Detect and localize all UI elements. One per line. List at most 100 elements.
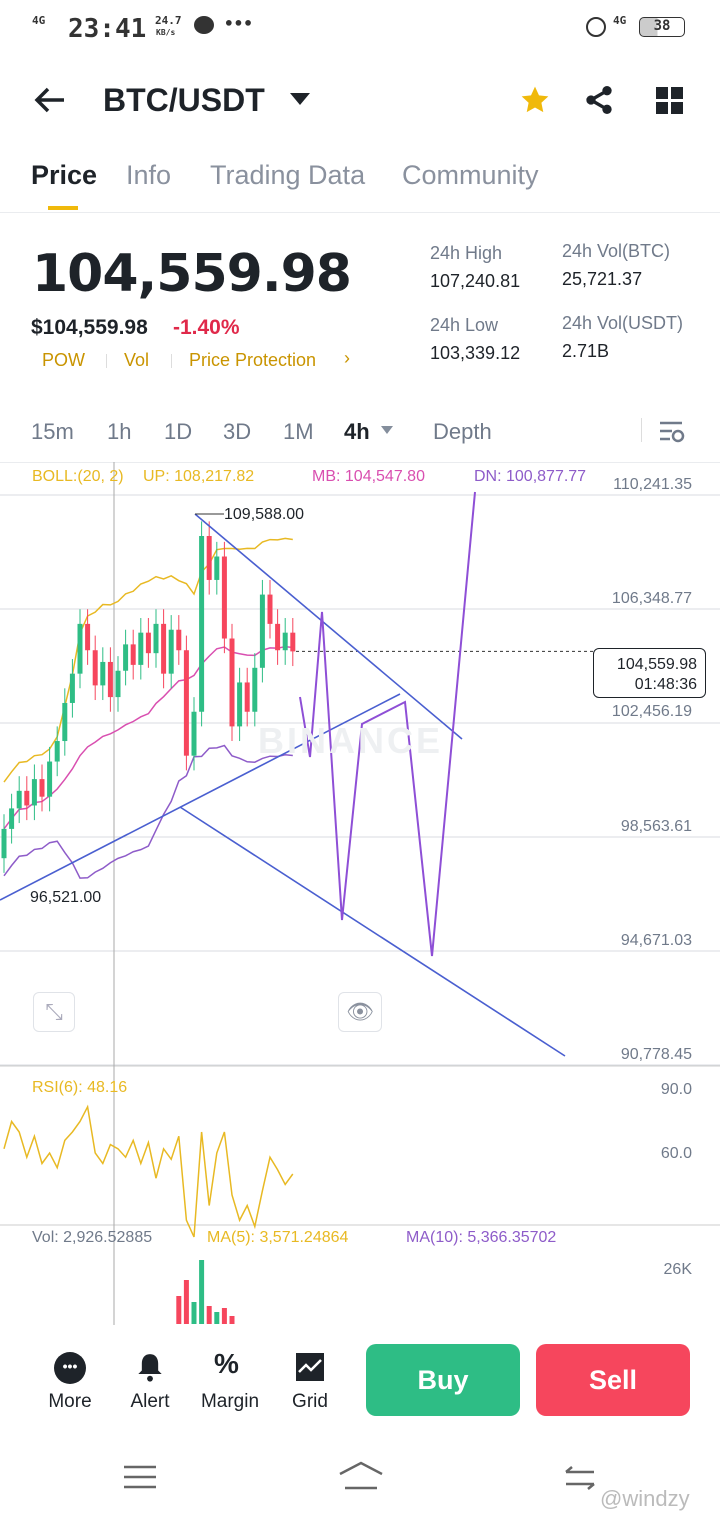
battery-indicator: 38 [639, 17, 685, 37]
chat-icon [194, 16, 214, 34]
tag-pow[interactable]: POW [42, 350, 85, 371]
candle-body [39, 779, 45, 797]
rsi-line [3, 1104, 294, 1238]
tag-vol[interactable]: Vol [124, 350, 149, 371]
tab-price[interactable]: Price [31, 160, 97, 191]
interval-4h[interactable]: 4h [344, 419, 370, 445]
vol-ma10: MA(10): 5,366.35702 [406, 1229, 557, 1246]
candle-body [16, 790, 22, 809]
chart-settings-icon[interactable] [658, 420, 686, 444]
candle-body [145, 632, 151, 654]
candle-body [199, 536, 205, 712]
eye-icon[interactable]: 👁 [338, 992, 382, 1032]
alarm-icon [586, 17, 606, 37]
low-marker: 96,521.00 [30, 889, 102, 906]
axis-label: 110,241.35 [613, 476, 692, 493]
candle-body [9, 808, 15, 829]
candle-body [107, 661, 113, 698]
candle-body [259, 594, 265, 668]
favorite-star-icon[interactable] [518, 84, 552, 116]
margin-icon[interactable]: % [214, 1348, 239, 1380]
more-button[interactable]: More [30, 1391, 110, 1413]
recents-nav-icon[interactable] [122, 1464, 158, 1490]
candle-body [85, 623, 91, 651]
chevron-right-icon[interactable]: › [344, 348, 350, 369]
candle-body [282, 632, 288, 651]
grid-bot-icon[interactable] [295, 1352, 325, 1382]
alert-bell-icon[interactable] [136, 1351, 164, 1383]
boll-mb: MB: 104,547.80 [312, 468, 425, 485]
share-icon[interactable] [583, 84, 615, 116]
candle-body [92, 650, 98, 686]
sell-button[interactable]: Sell [536, 1344, 690, 1416]
candle-body [214, 556, 220, 580]
grid-menu-icon[interactable] [656, 87, 684, 115]
home-nav-icon[interactable] [337, 1460, 385, 1492]
candle-body [252, 667, 258, 712]
candle-body [275, 623, 281, 651]
volbtc-label: 24h Vol(BTC) [562, 241, 671, 261]
candle-body [183, 650, 189, 756]
vol-ma5: MA(5): 3,571.24864 [207, 1229, 349, 1246]
watermark: @windzy [600, 1486, 690, 1511]
vol-axis: 26K [663, 1261, 692, 1278]
axis-label: 94,671.03 [620, 932, 692, 949]
candle-body [24, 790, 30, 806]
high-marker: 109,588.00 [224, 506, 305, 523]
interval-1m[interactable]: 1M [283, 419, 314, 445]
grid-button[interactable]: Grid [270, 1391, 350, 1413]
candle-body [1, 828, 7, 859]
boll-middle-line [3, 645, 293, 830]
net-speed: 24.7 [155, 14, 182, 27]
interval-dropdown-icon[interactable] [381, 426, 393, 434]
usd-price: $104,559.98 [31, 316, 148, 339]
candle-body [244, 682, 250, 712]
volume-bar [183, 1280, 189, 1324]
volume-bar [206, 1306, 212, 1324]
tab-info[interactable]: Info [126, 160, 171, 191]
volume-bar [199, 1260, 205, 1324]
low-value: 103,339.12 [430, 343, 521, 363]
axis-label: 90,778.45 [620, 1046, 692, 1063]
interval-3d[interactable]: 3D [223, 419, 251, 445]
volume-bar [221, 1308, 227, 1324]
pair-dropdown-icon[interactable] [290, 93, 310, 105]
network-right: 4G [613, 14, 627, 27]
separator [641, 418, 642, 442]
last-price: 104,559.98 [32, 244, 352, 304]
back-nav-icon[interactable] [562, 1464, 598, 1492]
candle-body [54, 741, 60, 762]
high-label: 24h High [430, 243, 503, 263]
rsi-label: RSI(6): 48.16 [32, 1079, 128, 1096]
back-arrow-icon[interactable] [34, 86, 66, 114]
rsi-axis: 60.0 [660, 1145, 692, 1162]
candle-body [138, 632, 144, 665]
alert-button[interactable]: Alert [110, 1391, 190, 1413]
buy-button[interactable]: Buy [366, 1344, 520, 1416]
candle-body [69, 673, 75, 703]
tag-price-protection[interactable]: Price Protection [189, 350, 316, 371]
pair-title[interactable]: BTC/USDT [103, 82, 265, 119]
tab-trading-data[interactable]: Trading Data [210, 160, 365, 191]
volusdt-label: 24h Vol(USDT) [562, 313, 684, 333]
boll-label: BOLL:(20, 2) [32, 468, 124, 485]
interval-depth[interactable]: Depth [433, 419, 492, 445]
candle-body [77, 623, 83, 674]
candle-body [47, 761, 53, 797]
separator [171, 354, 172, 368]
expand-icon[interactable]: ⤡ [33, 992, 75, 1032]
margin-button[interactable]: Margin [190, 1391, 270, 1413]
interval-1h[interactable]: 1h [107, 419, 131, 445]
tab-community[interactable]: Community [402, 160, 539, 191]
current-price: 104,559.98 [616, 656, 697, 673]
interval-1d[interactable]: 1D [164, 419, 192, 445]
boll-dn: DN: 100,877.77 [474, 468, 587, 485]
more-icon[interactable]: ••• [54, 1352, 86, 1384]
interval-15m[interactable]: 15m [31, 419, 74, 445]
candle-body [161, 623, 167, 674]
candle-body [168, 629, 174, 674]
candle-body [206, 536, 212, 580]
status-time: 23:41 [68, 14, 147, 44]
axis-label: 102,456.19 [611, 703, 692, 720]
divider [0, 212, 720, 213]
